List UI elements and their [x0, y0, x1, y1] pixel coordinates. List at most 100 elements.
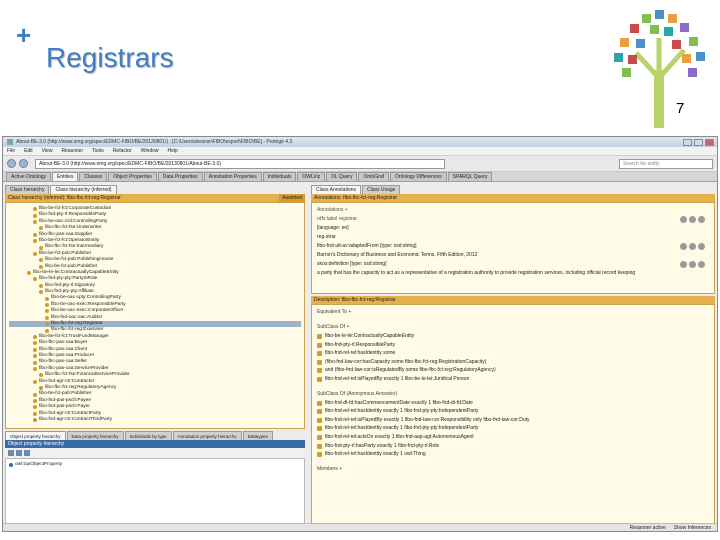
class-icon — [39, 264, 43, 269]
app-icon — [7, 139, 13, 145]
class-icon — [45, 315, 49, 320]
add-sibling-icon[interactable] — [16, 450, 22, 456]
tab-datatypes[interactable]: Datatypes — [242, 431, 273, 440]
tab-data-property-hierarchy[interactable]: Data property hierarchy — [66, 431, 124, 440]
tab-sparql-query[interactable]: SPARQL Query — [447, 172, 493, 181]
tab-class-annotations[interactable]: Class Annotations — [311, 185, 362, 194]
search-input[interactable]: Search for entity — [619, 158, 713, 169]
tab-ontograf[interactable]: OntoGraf — [358, 172, 390, 181]
tab-data-properties[interactable]: Data Properties — [157, 172, 203, 181]
active-ontology-select[interactable]: About-BE-3.0 (http://www.omg.org/spec/ED… — [35, 158, 445, 169]
tab-entities[interactable]: Entities — [52, 172, 79, 181]
class-icon — [33, 341, 37, 346]
close-button[interactable] — [705, 138, 714, 146]
info-icon[interactable] — [680, 216, 687, 223]
description-header: Description: fibo-fbc-fct-reg:Registrar — [311, 296, 715, 304]
class-hierarchy-header: Class hierarchy (inferred): fibo-fbc-fct… — [5, 194, 305, 202]
class-icon — [317, 434, 322, 440]
description-item[interactable]: and (fibo-fnd-law-cor:isRegulatedBy some… — [317, 366, 709, 375]
property-icon — [9, 463, 13, 468]
annotation-actions — [680, 261, 705, 268]
description-item[interactable]: fibo-fnd-rel-rel:hasIdentity exactly 1 f… — [317, 424, 709, 433]
info-icon[interactable] — [680, 243, 687, 250]
tab-class-usage[interactable]: Class Usage — [362, 185, 401, 194]
description-item[interactable]: fibo-fnd-dt-fd:hasCommencementDate exact… — [317, 399, 709, 408]
delete-icon[interactable] — [698, 261, 705, 268]
description-item-text: fibo-fnd-pty-rl:ResponsibleParty — [325, 341, 396, 348]
description-item-text: fibo-fnd-rel-rel:hasIdentity some — [325, 350, 396, 357]
description-item[interactable]: fibo-be-le-lei:ContractuallyCapableEntit… — [317, 332, 709, 341]
delete-icon[interactable] — [698, 216, 705, 223]
minimize-button[interactable] — [683, 138, 692, 146]
tab-object-property-hierarchy[interactable]: Object property hierarchy — [5, 431, 66, 440]
menu-help[interactable]: Help — [168, 148, 178, 154]
window-controls — [683, 138, 717, 146]
tab-ontology-differences[interactable]: Ontology Differences — [390, 172, 447, 181]
description-item[interactable]: (fibo-fnd-law-cor:hasCapacity some fibo-… — [317, 358, 709, 367]
description-item[interactable]: fibo-fnd-rel-rel:isPlayedBy exactly 1 fi… — [317, 416, 709, 425]
tab-annotation-properties[interactable]: Annotation Properties — [203, 172, 262, 181]
menu-refactor[interactable]: Refactor — [113, 148, 132, 154]
tab-class-hierarchy[interactable]: Class hierarchy — [5, 185, 50, 194]
description-section-label[interactable]: SubClass Of + — [317, 323, 709, 332]
tab-object-properties[interactable]: Object Properties — [108, 172, 157, 181]
description-section-label[interactable]: Members + — [317, 465, 709, 474]
menu-tools[interactable]: Tools — [92, 148, 104, 154]
class-icon — [39, 245, 43, 250]
class-tree-item[interactable]: fibo-fnd-agr-ctr:ContractThirdParty — [9, 417, 301, 423]
class-icon — [317, 351, 322, 357]
edit-icon[interactable] — [689, 261, 696, 268]
description-item-text: fibo-fnd-rel-rel:actsOn exactly 1 fibo-f… — [325, 433, 474, 440]
add-subproperty-icon[interactable] — [8, 450, 14, 456]
asserted-toggle[interactable]: Asserted — [279, 194, 305, 202]
class-icon — [317, 443, 322, 449]
menu-view[interactable]: View — [42, 148, 53, 154]
tab-owlviz[interactable]: OWLViz — [297, 172, 326, 181]
back-icon[interactable] — [7, 159, 16, 168]
show-inferences-checkbox[interactable]: Show Inferences — [674, 525, 711, 531]
delete-icon[interactable] — [24, 450, 30, 456]
object-property-toolbar — [5, 448, 305, 458]
menu-file[interactable]: File — [7, 148, 15, 154]
description-item[interactable]: fibo-fnd-rel-rel:hasIdentity exactly 1 o… — [317, 450, 709, 459]
right-pane: Class Annotations Class Usage Annotation… — [311, 185, 715, 531]
delete-icon[interactable] — [698, 243, 705, 250]
class-view-tabs: Class Annotations Class Usage — [311, 185, 715, 194]
class-icon — [317, 342, 322, 348]
tree-item-top-object-property[interactable]: owl:topObjectProperty — [9, 462, 301, 468]
tab-classes[interactable]: Classes — [79, 172, 108, 181]
description-item[interactable]: fibo-fnd-rel-rel:actsOn exactly 1 fibo-f… — [317, 433, 709, 442]
maximize-button[interactable] — [694, 138, 703, 146]
class-icon — [39, 290, 43, 295]
tab-dl-query[interactable]: DL Query — [326, 172, 358, 181]
tab-annotation-property-hierarchy[interactable]: Annotation property hierarchy — [172, 431, 242, 440]
tab-class-hierarchy-inferred[interactable]: Class hierarchy (inferred) — [50, 185, 117, 194]
info-icon[interactable] — [680, 261, 687, 268]
class-icon — [39, 386, 43, 391]
property-tabs: Object property hierarchy Data property … — [5, 431, 305, 440]
description-section-label[interactable]: SubClass Of (Anonymous Ancestor) — [317, 390, 709, 399]
description-item[interactable]: fibo-fnd-rel-rel:hasIdentity exactly 1 f… — [317, 407, 709, 416]
description-item[interactable]: fibo-fnd-pty-rl:ResponsibleParty — [317, 341, 709, 350]
description-item[interactable]: fibo-fnd-pty-rl:hasParty exactly 1 fibo-… — [317, 442, 709, 451]
tree-logo-icon — [614, 10, 705, 128]
menu-window[interactable]: Window — [141, 148, 159, 154]
window-title: About-BE-3.0 (http://www.omg.org/spec/ED… — [16, 139, 293, 145]
description-item[interactable]: fibo-fnd-rel-rel:isPlayedBy exactly 1 fi… — [317, 375, 709, 384]
class-icon — [33, 398, 37, 403]
edit-icon[interactable] — [689, 216, 696, 223]
menu-reasoner[interactable]: Reasoner — [61, 148, 83, 154]
tab-active-ontology[interactable]: Active Ontology — [6, 172, 52, 181]
description-section-label[interactable]: Equivalent To + — [317, 308, 709, 317]
annotation-row: rdfs:label registrar — [317, 215, 709, 224]
menu-edit[interactable]: Edit — [24, 148, 33, 154]
left-pane: Class hierarchy Class hierarchy (inferre… — [5, 185, 305, 531]
tab-individuals-by-type[interactable]: Individuals by type — [124, 431, 172, 440]
tab-individuals[interactable]: Individuals — [262, 172, 297, 181]
class-icon — [317, 400, 322, 406]
description-item[interactable]: fibo-fnd-rel-rel:hasIdentity some — [317, 349, 709, 358]
class-icon — [33, 392, 37, 397]
edit-icon[interactable] — [689, 243, 696, 250]
forward-icon[interactable] — [19, 159, 28, 168]
class-icon — [33, 239, 37, 244]
